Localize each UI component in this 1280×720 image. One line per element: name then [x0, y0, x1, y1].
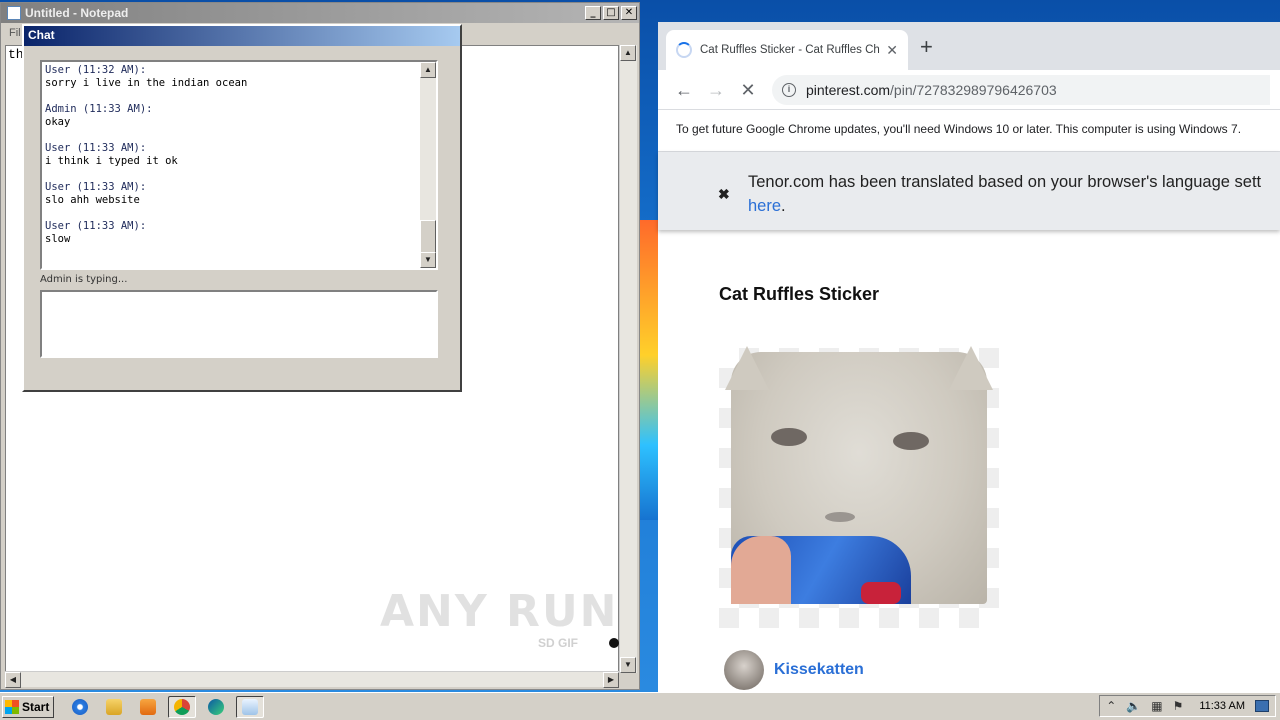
cat-nose	[825, 512, 855, 522]
close-icon[interactable]: ✖	[718, 186, 730, 203]
maximize-button[interactable]: □	[603, 6, 619, 20]
browser-toolbar: ← → ✕ i pinterest.com/pin/72783298979642…	[658, 70, 1280, 110]
chat-title[interactable]: Chat	[24, 26, 460, 46]
tab-title: Cat Ruffles Sticker - Cat Ruffles Chi	[700, 44, 881, 56]
chat-log: User (11:32 AM): sorry i live in the ind…	[40, 60, 438, 270]
notepad-title: Untitled - Notepad	[25, 6, 129, 20]
edge-icon[interactable]	[202, 696, 230, 718]
chat-window: Chat User (11:32 AM): sorry i live in th…	[22, 24, 462, 392]
cat-image	[725, 346, 993, 604]
message-header: User (11:33 AM):	[45, 181, 147, 193]
start-button[interactable]: Start	[2, 695, 54, 718]
chat-message: Admin (11:33 AM): okay	[45, 103, 418, 129]
tab-strip: Cat Ruffles Sticker - Cat Ruffles Chi ✕ …	[658, 22, 1280, 70]
hd-toggle-dot[interactable]	[609, 638, 619, 648]
translate-notice: Tenor.com has been translated based on y…	[748, 173, 1262, 191]
message-header: User (11:33 AM):	[45, 220, 147, 232]
ie-icon[interactable]	[66, 696, 94, 718]
volume-icon[interactable]: 🔈	[1126, 699, 1141, 713]
cat-eye	[771, 428, 807, 446]
message-header: Admin (11:33 AM):	[45, 103, 153, 115]
translate-banner: ✖ Tenor.com has been translated based on…	[658, 152, 1280, 230]
tab-close-icon[interactable]: ✕	[886, 42, 898, 59]
url-host: pinterest.com	[806, 81, 891, 98]
explorer-icon[interactable]	[100, 696, 128, 718]
message-text: i think i typed it ok	[45, 155, 178, 167]
update-notice: To get future Google Chrome updates, you…	[658, 110, 1280, 152]
chat-scrollbar[interactable]: ▲ ▼	[420, 62, 436, 268]
cat-ear	[725, 346, 769, 390]
chat-messages: User (11:32 AM): sorry i live in the ind…	[42, 62, 436, 246]
notepad-vertical-scrollbar[interactable]: ▲ ▼	[619, 45, 637, 673]
clock[interactable]: 11:33 AM	[1199, 700, 1245, 712]
network-icon[interactable]: ▦	[1151, 699, 1162, 713]
author-name[interactable]: Kissekatten	[774, 661, 864, 679]
system-tray: ⌃ 🔈 ▦ ⚑ 11:33 AM	[1099, 695, 1276, 717]
back-arrow-icon[interactable]: ←	[668, 76, 700, 104]
url-path: /pin/727832989796426703	[890, 81, 1057, 98]
message-text: okay	[45, 116, 71, 128]
translate-message: Tenor.com has been translated based on y…	[748, 170, 1261, 218]
notepad-horizontal-scrollbar[interactable]: ◀ ▶	[5, 671, 619, 688]
notepad-icon[interactable]	[236, 695, 264, 718]
page-title: Cat Ruffles Sticker	[719, 284, 880, 304]
sticker-image[interactable]	[719, 346, 999, 628]
message-text: slo ahh website	[45, 194, 140, 206]
chat-message: User (11:33 AM): i think i typed it ok	[45, 142, 418, 168]
windows-logo-icon	[5, 699, 19, 714]
start-label: Start	[22, 699, 50, 714]
minimize-button[interactable]: _	[585, 6, 601, 20]
notepad-titlebar[interactable]: Untitled - Notepad _ □ ✕	[1, 3, 639, 23]
author[interactable]: Kissekatten	[724, 650, 864, 690]
scroll-up-icon[interactable]: ▲	[420, 62, 436, 78]
message-text: slow	[45, 233, 71, 245]
address-bar[interactable]: i pinterest.com/pin/727832989796426703	[772, 74, 1270, 105]
snack-logo	[861, 582, 901, 604]
scroll-down-icon[interactable]: ▼	[420, 252, 436, 268]
scroll-down-icon[interactable]: ▼	[620, 657, 636, 673]
message-text: sorry i live in the indian ocean	[45, 77, 248, 89]
loading-spinner-icon	[676, 42, 692, 58]
menu-file[interactable]: Fil	[9, 27, 21, 39]
hand	[731, 536, 791, 604]
tab-active[interactable]: Cat Ruffles Sticker - Cat Ruffles Chi ✕	[666, 30, 908, 70]
action-center-flag-icon[interactable]: ⚑	[1173, 699, 1184, 713]
new-tab-button[interactable]: +	[920, 36, 933, 58]
scroll-left-icon[interactable]: ◀	[5, 672, 21, 688]
page-content: Cat Ruffles Sticker Kissekatten	[658, 230, 1280, 690]
avatar[interactable]	[724, 650, 764, 690]
scroll-up-icon[interactable]: ▲	[620, 45, 636, 61]
notepad-icon	[7, 6, 21, 20]
chrome-window: Cat Ruffles Sticker - Cat Ruffles Chi ✕ …	[658, 22, 1280, 692]
media-player-icon[interactable]	[134, 696, 162, 718]
typing-status: Admin is typing...	[40, 274, 128, 285]
translate-link[interactable]: here	[748, 197, 781, 215]
cat-ear	[949, 346, 993, 390]
show-desktop-icon[interactable]	[1255, 700, 1269, 712]
watermark-logo: ANY RUN	[380, 586, 619, 637]
scroll-right-icon[interactable]: ▶	[603, 672, 619, 688]
sd-gif-label[interactable]: SD GIF	[538, 636, 578, 650]
show-hidden-icons-icon[interactable]: ⌃	[1106, 699, 1116, 713]
chat-message-input[interactable]	[40, 290, 438, 358]
chat-message: User (11:33 AM): slo ahh website	[45, 181, 418, 207]
chat-message: User (11:32 AM): sorry i live in the ind…	[45, 64, 418, 90]
chat-message: User (11:33 AM): slow	[45, 220, 418, 246]
close-button[interactable]: ✕	[621, 6, 637, 20]
scrollbar-thumb[interactable]	[420, 220, 436, 254]
message-header: User (11:32 AM):	[45, 64, 147, 76]
stop-loading-icon[interactable]: ✕	[732, 76, 764, 104]
translate-period: .	[781, 197, 786, 215]
cat-eye	[893, 432, 929, 450]
forward-arrow-icon[interactable]: →	[700, 76, 732, 104]
chrome-icon[interactable]	[168, 695, 196, 718]
message-header: User (11:33 AM):	[45, 142, 147, 154]
site-info-icon[interactable]: i	[782, 82, 796, 97]
taskbar: Start ⌃ 🔈 ▦ ⚑ 11:33 AM	[0, 692, 1280, 720]
